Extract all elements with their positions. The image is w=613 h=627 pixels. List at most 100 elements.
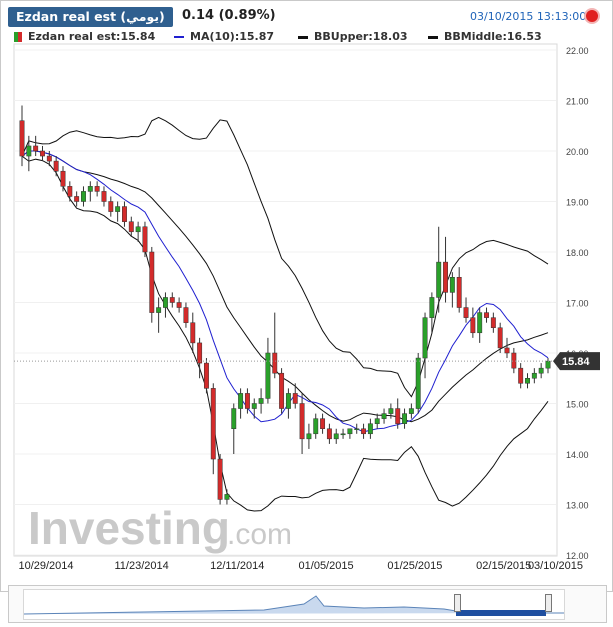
candle-body — [33, 145, 39, 152]
candle-body — [238, 393, 244, 409]
candle-body — [156, 307, 162, 313]
candle-body — [518, 367, 524, 384]
candle-body — [244, 393, 250, 409]
candle-body — [388, 408, 394, 414]
candle-body — [299, 403, 305, 440]
candle-body — [456, 277, 462, 308]
candle-body — [402, 413, 407, 424]
last-price-marker: 15.84 — [553, 352, 600, 371]
y-tick-label: 13.00 — [566, 501, 589, 511]
candle-body — [367, 423, 373, 435]
candle-body — [333, 433, 339, 440]
y-tick-label: 22.00 — [566, 46, 589, 56]
x-tick-label: 01/25/2015 — [387, 560, 442, 572]
candle-body — [128, 221, 134, 233]
x-tick-label: 10/29/2014 — [18, 560, 73, 572]
candle-body — [326, 428, 332, 440]
candle-body — [74, 196, 80, 202]
candle-body — [190, 322, 196, 344]
candle-body — [313, 418, 319, 435]
y-tick-label: 21.00 — [566, 97, 589, 107]
candle-body — [531, 372, 537, 379]
candle-body — [224, 494, 230, 500]
y-tick-label: 20.00 — [566, 147, 589, 157]
candle-body — [197, 342, 203, 364]
candle-body — [26, 145, 32, 157]
candle-body — [101, 191, 107, 202]
candle-body — [525, 378, 530, 384]
candle-body — [374, 418, 380, 424]
candle-body — [292, 393, 298, 404]
candle-body — [163, 297, 168, 308]
candle-body — [354, 428, 360, 430]
plot-area — [13, 43, 558, 557]
x-tick-label: 02/15/2015 — [476, 560, 531, 572]
navigator-selection — [456, 610, 546, 616]
candle-body — [142, 226, 148, 253]
navigator-left-handle[interactable] — [454, 594, 461, 612]
candle-body — [265, 352, 271, 399]
candle-body — [176, 302, 182, 308]
candle-body — [429, 297, 435, 318]
candle-body — [361, 428, 367, 435]
candle-body — [436, 261, 442, 298]
candle-body — [395, 408, 401, 424]
candle-body — [538, 367, 544, 374]
candle-body — [497, 327, 503, 349]
y-tick-label: 15.00 — [566, 400, 589, 410]
candle-body — [122, 206, 127, 222]
candle — [149, 246, 155, 323]
candle — [279, 368, 285, 414]
candle-body — [320, 418, 326, 429]
candle-body — [279, 372, 285, 409]
candle-body — [272, 352, 278, 374]
candle-body — [40, 150, 45, 157]
navigator-sparkline — [23, 595, 564, 616]
candle-body — [251, 403, 257, 409]
y-tick-label: 14.00 — [566, 450, 589, 460]
candle-body — [46, 155, 52, 162]
navigator-right-handle[interactable] — [545, 594, 552, 612]
candle-body — [285, 393, 291, 409]
candle-body — [210, 388, 216, 460]
candle-body — [203, 362, 209, 389]
candle-body — [149, 251, 155, 313]
candle-body — [470, 317, 476, 334]
candle-body — [115, 206, 121, 212]
candle — [217, 454, 223, 505]
candle — [203, 358, 209, 394]
price-chart: 22.0021.0020.0019.0018.0017.0016.0015.00… — [13, 43, 600, 572]
candle-body — [484, 312, 489, 318]
candle-body — [94, 186, 100, 192]
candle-body — [19, 120, 25, 157]
candle-body — [443, 261, 448, 293]
candle-body — [87, 186, 93, 192]
watermark-suffix: .com — [227, 518, 292, 551]
candle-body — [504, 347, 510, 354]
candle-body — [53, 160, 59, 172]
x-tick-label: 01/05/2015 — [299, 560, 354, 572]
navigator-window — [23, 589, 565, 620]
candle-body — [422, 317, 428, 359]
candle-body — [477, 312, 483, 334]
y-tick-label: 19.00 — [566, 198, 589, 208]
candle-body — [135, 226, 141, 233]
x-tick-label: 12/11/2014 — [210, 560, 264, 572]
candle-body — [347, 428, 353, 435]
candle-body — [545, 360, 551, 369]
candle-body — [169, 297, 175, 303]
candle — [142, 221, 148, 258]
candle-body — [449, 277, 455, 293]
range-navigator[interactable] — [8, 585, 607, 623]
candle-body — [67, 186, 73, 197]
candle-body — [108, 201, 114, 212]
y-tick-label: 18.00 — [566, 248, 589, 258]
candle-body — [217, 458, 223, 500]
candle-body — [490, 317, 496, 328]
candle-body — [306, 433, 312, 440]
candle-body — [463, 307, 469, 318]
candle-body — [231, 408, 237, 429]
last-price-label: 15.84 — [562, 356, 590, 368]
candle-body — [81, 191, 86, 202]
candle — [415, 353, 421, 414]
